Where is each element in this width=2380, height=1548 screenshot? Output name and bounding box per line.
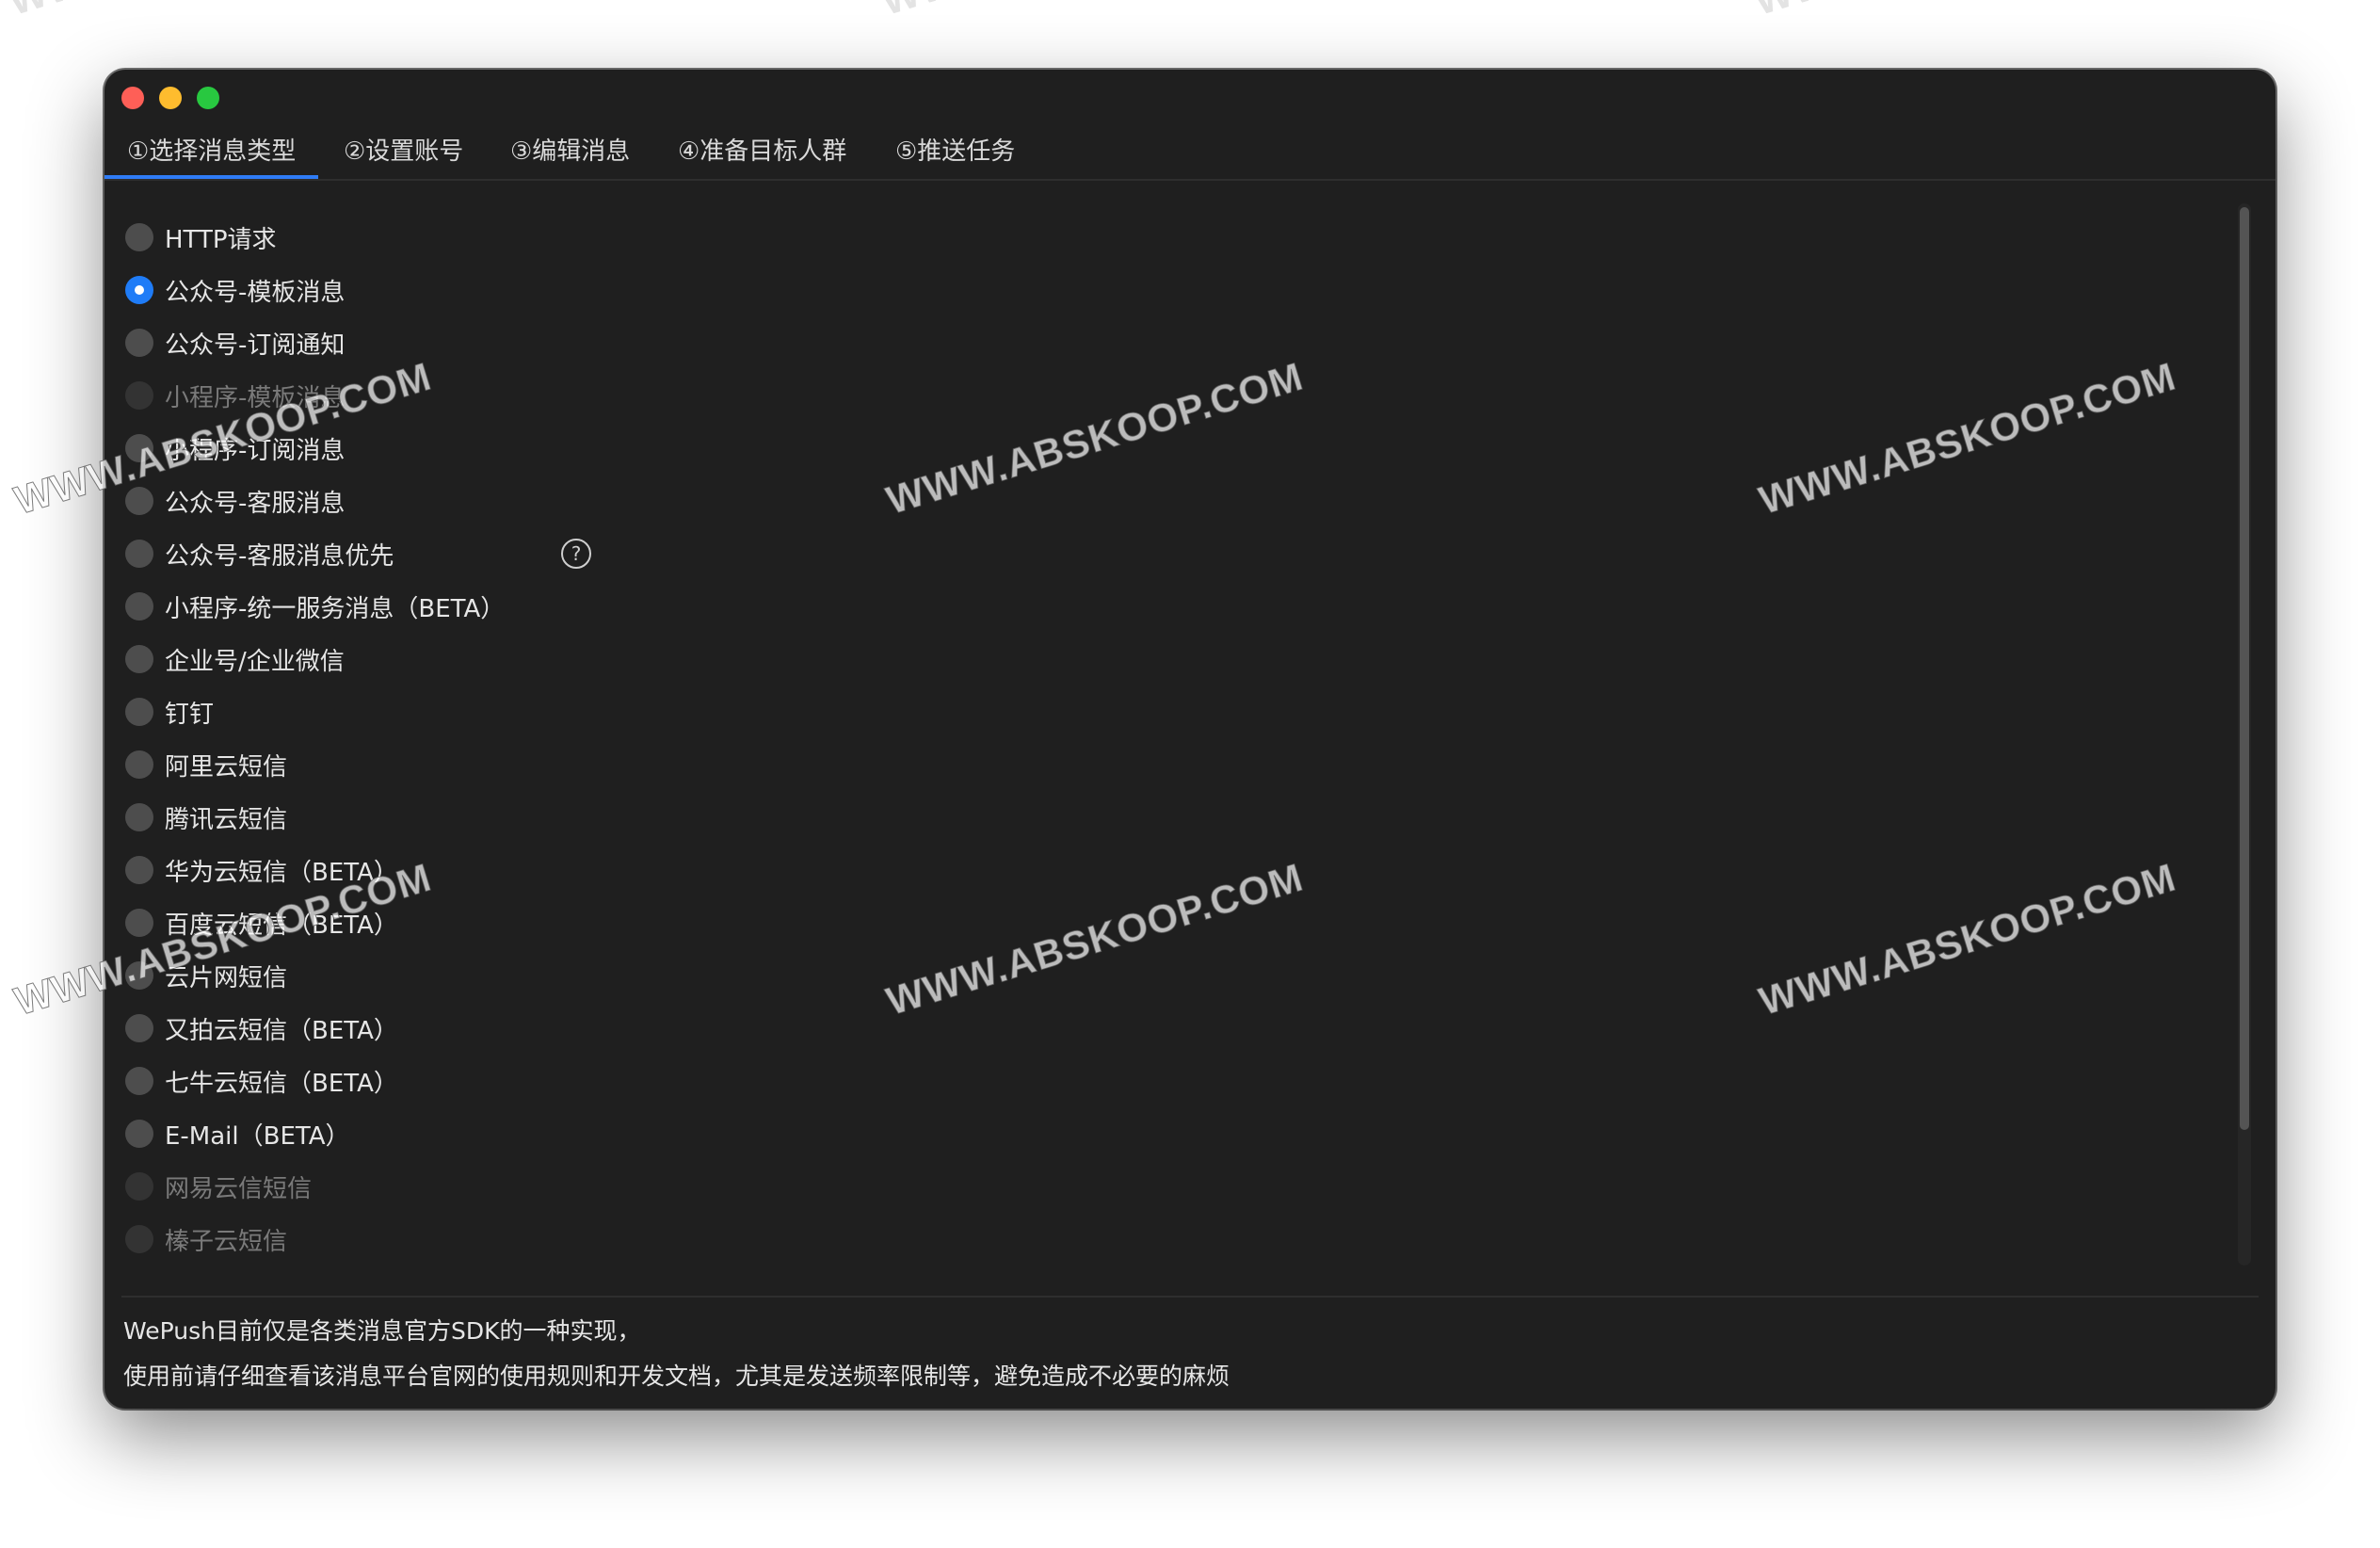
radio-button[interactable] <box>125 223 153 251</box>
radio-option-label: 华为云短信（BETA） <box>165 858 398 887</box>
radio-option[interactable]: 公众号-订阅通知 <box>125 316 505 369</box>
radio-option[interactable]: 小程序-订阅消息 <box>125 422 505 475</box>
radio-option[interactable]: 公众号-模板消息 <box>125 264 505 316</box>
radio-option-label: 钉钉 <box>165 700 215 729</box>
footer-divider <box>121 1296 2259 1298</box>
radio-button[interactable] <box>125 434 153 462</box>
step-tab-bar: ①选择消息类型 ②设置账号 ③编辑消息 ④准备目标人群 ⑤推送任务 <box>105 128 2275 181</box>
radio-option[interactable]: 云片网短信 <box>125 949 505 1002</box>
radio-option[interactable]: 小程序-统一服务消息（BETA） <box>125 580 505 633</box>
watermark-fragment: WW <box>876 0 961 24</box>
zoom-window-button[interactable] <box>197 87 219 109</box>
message-type-radio-list: HTTP请求 公众号-模板消息 公众号-订阅通知 小程序-模板消息 小程序-订阅消息 公众… <box>125 211 591 1266</box>
radio-option-label: 公众号-模板消息 <box>165 278 346 307</box>
radio-button <box>125 1172 153 1201</box>
radio-option-label: 阿里云短信 <box>165 752 288 782</box>
radio-button-selected[interactable] <box>125 276 153 304</box>
radio-option-label: 公众号-订阅通知 <box>165 331 346 360</box>
help-icon[interactable]: ? <box>561 539 591 569</box>
screenshot-page: WW WW WW ①选择消息类型 ②设置账号 ③编辑消息 ④准备目标人群 ⑤推送… <box>0 0 2380 1548</box>
radio-option[interactable]: 腾讯云短信 <box>125 791 505 844</box>
radio-option-label: 公众号-客服消息 <box>165 489 346 518</box>
radio-button[interactable] <box>125 540 153 568</box>
scrollbar-thumb[interactable] <box>2240 207 2249 1130</box>
radio-button[interactable] <box>125 645 153 673</box>
radio-button[interactable] <box>125 1120 153 1148</box>
radio-button[interactable] <box>125 961 153 990</box>
radio-button[interactable] <box>125 487 153 515</box>
radio-option-label: 网易云信短信 <box>165 1174 313 1203</box>
tab-edit-message[interactable]: ③编辑消息 <box>510 128 630 177</box>
radio-option-label: 小程序-订阅消息 <box>165 436 346 465</box>
footer-line-2: 使用前请仔细查看该消息平台官网的使用规则和开发文档，尤其是发送频率限制等，避免造… <box>123 1363 1230 1390</box>
radio-button[interactable] <box>125 1067 153 1095</box>
radio-option-label: 企业号/企业微信 <box>165 647 345 676</box>
radio-button[interactable] <box>125 698 153 726</box>
footer-line-1: WePush目前仅是各类消息官方SDK的一种实现， <box>123 1317 641 1345</box>
tab-push-task[interactable]: ⑤推送任务 <box>895 128 1015 177</box>
minimize-window-button[interactable] <box>159 87 182 109</box>
radio-option[interactable]: 七牛云短信（BETA） <box>125 1055 505 1107</box>
radio-option[interactable]: 又拍云短信（BETA） <box>125 1002 505 1055</box>
radio-option[interactable]: 钉钉 <box>125 685 505 738</box>
radio-button[interactable] <box>125 909 153 937</box>
radio-option: 网易云信短信 <box>125 1160 505 1213</box>
radio-option[interactable]: 公众号-客服消息优先? <box>125 527 591 580</box>
radio-option-label: E-Mail（BETA） <box>165 1121 350 1151</box>
radio-button[interactable] <box>125 592 153 621</box>
radio-button <box>125 381 153 410</box>
radio-option[interactable]: 华为云短信（BETA） <box>125 844 505 896</box>
radio-option: 榛子云短信 <box>125 1213 505 1266</box>
radio-button[interactable] <box>125 803 153 831</box>
footer-notice: WePush目前仅是各类消息官方SDK的一种实现， 使用前请仔细查看该消息平台官… <box>123 1309 1230 1399</box>
radio-option-label: 百度云短信（BETA） <box>165 911 398 940</box>
radio-option-label: HTTP请求 <box>165 225 277 254</box>
radio-option: 小程序-模板消息 <box>125 369 505 422</box>
radio-button[interactable] <box>125 750 153 779</box>
radio-button[interactable] <box>125 329 153 357</box>
radio-button[interactable] <box>125 1014 153 1042</box>
radio-option-label: 公众号-客服消息优先 <box>165 541 394 571</box>
radio-option-label: 小程序-统一服务消息（BETA） <box>165 594 506 623</box>
radio-option[interactable]: 公众号-客服消息 <box>125 475 505 527</box>
radio-button <box>125 1225 153 1253</box>
radio-option[interactable]: 阿里云短信 <box>125 738 505 791</box>
close-window-button[interactable] <box>121 87 144 109</box>
watermark-fragment: WW <box>4 0 88 24</box>
watermark-fragment: WW <box>1749 0 1834 24</box>
tab-set-account[interactable]: ②设置账号 <box>344 128 463 177</box>
radio-option-label: 榛子云短信 <box>165 1227 288 1256</box>
radio-button[interactable] <box>125 856 153 884</box>
radio-option[interactable]: 百度云短信（BETA） <box>125 896 505 949</box>
radio-option[interactable]: 企业号/企业微信 <box>125 633 505 685</box>
window-controls <box>121 87 219 109</box>
radio-option-label: 云片网短信 <box>165 963 288 992</box>
radio-option[interactable]: E-Mail（BETA） <box>125 1107 505 1160</box>
radio-option[interactable]: HTTP请求 <box>125 211 505 264</box>
radio-option-label: 又拍云短信（BETA） <box>165 1016 398 1045</box>
radio-option-label: 七牛云短信（BETA） <box>165 1069 398 1098</box>
radio-option-label: 小程序-模板消息 <box>165 383 346 412</box>
radio-option-label: 腾讯云短信 <box>165 805 288 834</box>
tab-select-message-type[interactable]: ①选择消息类型 <box>105 128 319 179</box>
tab-prepare-audience[interactable]: ④准备目标人群 <box>678 128 846 177</box>
app-window: ①选择消息类型 ②设置账号 ③编辑消息 ④准备目标人群 ⑤推送任务 HTTP请求… <box>105 70 2275 1409</box>
